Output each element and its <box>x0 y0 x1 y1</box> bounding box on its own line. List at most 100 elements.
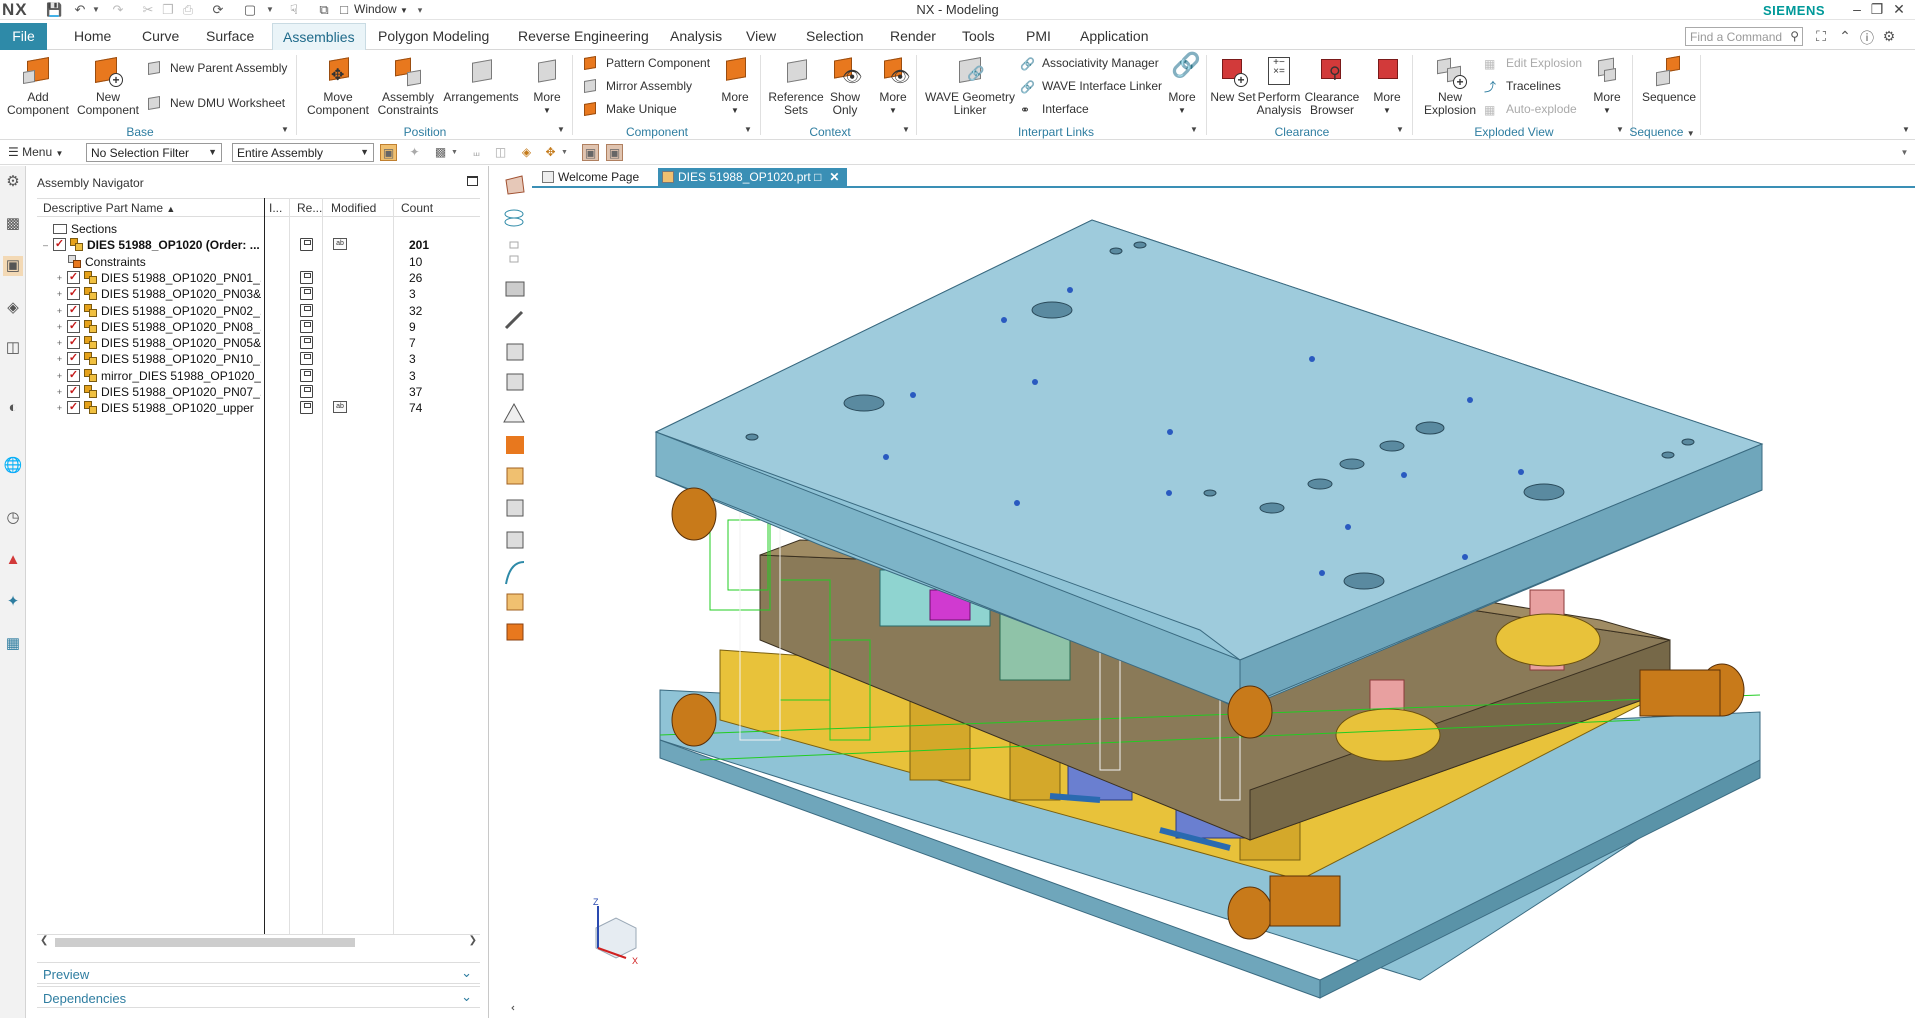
tab-polygon-modeling[interactable]: Polygon Modeling <box>368 23 499 50</box>
tab-pmi[interactable]: PMI <box>1016 23 1061 50</box>
assembly-constraints-button[interactable]: Assembly Constraints <box>372 55 444 117</box>
select-components-icon[interactable]: ▣ <box>380 144 397 161</box>
preview-section[interactable]: Preview ⌄ <box>37 962 480 984</box>
visibility-checkbox[interactable]: ✓ <box>67 336 80 350</box>
roles-icon[interactable]: ▦ <box>3 634 23 654</box>
position-group-dropdown-icon[interactable]: ▼ <box>557 125 565 134</box>
assembly-navigator-icon[interactable]: ▣ <box>3 256 23 276</box>
arrangements-button[interactable]: Arrangements <box>440 55 522 104</box>
expand-node-icon[interactable]: + <box>55 273 64 283</box>
pattern-component-button[interactable]: Pattern Component <box>584 54 710 72</box>
interface-button[interactable]: ⚭ Interface <box>1020 100 1089 118</box>
component-group-dropdown-icon[interactable]: ▼ <box>744 125 752 134</box>
tab-selection[interactable]: Selection <box>796 23 874 50</box>
process-studio-icon[interactable]: ✦ <box>3 592 23 612</box>
web-browser-icon[interactable]: 🌐 <box>3 456 23 476</box>
tab-render[interactable]: Render <box>880 23 946 50</box>
menu-button[interactable]: ☰ Menu ▼ <box>8 145 63 159</box>
hd3d-tools-icon[interactable]: ◐ <box>3 398 23 418</box>
selection-bar-options-icon[interactable]: ▼ <box>1896 144 1913 161</box>
tab-welcome-page[interactable]: Welcome Page <box>538 168 647 188</box>
clearance-more-button[interactable]: More ▼ <box>1364 55 1410 117</box>
settings-gear-icon[interactable]: ⚙ <box>1880 28 1898 46</box>
wave-geometry-linker-button[interactable]: 🔗 WAVE Geometry Linker <box>922 55 1018 117</box>
tab-part-file[interactable]: DIES 51988_OP1020.prt □ ✕ <box>658 168 848 188</box>
clearance-group-dropdown-icon[interactable]: ▼ <box>1396 125 1404 134</box>
dependencies-section[interactable]: Dependencies ⌄ <box>37 986 480 1008</box>
snap-point-icon[interactable]: ◈ <box>518 144 535 161</box>
column-header-count[interactable]: Count <box>401 201 461 215</box>
reuse-library-icon[interactable]: ◫ <box>3 338 23 358</box>
edit-explosion-button[interactable]: ▦ Edit Explosion <box>1484 54 1582 72</box>
type-filter-dropdown-icon[interactable]: ▼ <box>446 144 463 161</box>
restore-button[interactable]: ❐ <box>1868 1 1886 18</box>
add-component-button[interactable]: Add Component <box>4 55 72 117</box>
tab-reverse-engineering[interactable]: Reverse Engineering <box>508 23 659 50</box>
column-header-modified[interactable]: Modified <box>331 201 391 215</box>
new-parent-assembly-button[interactable]: New Parent Assembly <box>148 59 287 77</box>
expand-node-icon[interactable]: + <box>55 387 64 397</box>
select-features-icon[interactable]: ✦ <box>406 144 423 161</box>
visibility-checkbox[interactable]: ✓ <box>53 238 66 252</box>
constraint-navigator-icon[interactable]: ◈ <box>3 298 23 318</box>
move-component-button[interactable]: ✥ Move Component <box>302 55 374 117</box>
wave-interface-linker-button[interactable]: 🔗 WAVE Interface Linker <box>1020 77 1162 95</box>
scrollbar-thumb[interactable] <box>55 938 355 947</box>
expand-node-icon[interactable]: + <box>55 289 64 299</box>
sequence-button[interactable]: Sequence <box>1638 55 1700 104</box>
history-icon[interactable]: ◷ <box>3 508 23 528</box>
expand-node-icon[interactable]: + <box>55 322 64 332</box>
visibility-checkbox[interactable]: ✓ <box>67 368 80 382</box>
context-group-dropdown-icon[interactable]: ▼ <box>902 125 910 134</box>
component-more-button[interactable]: More ▼ <box>712 55 758 117</box>
maximize-icon[interactable] <box>467 176 478 186</box>
help-icon[interactable]: ⓘ <box>1858 28 1876 46</box>
reference-sets-button[interactable]: Reference Sets <box>766 55 826 117</box>
make-unique-button[interactable]: Make Unique <box>584 100 677 118</box>
command-finder-input[interactable]: Find a Command ⚲ <box>1685 27 1803 46</box>
select-all-icon[interactable]: ◫ <box>492 144 509 161</box>
new-component-button[interactable]: + New Component <box>74 55 142 117</box>
column-header-info[interactable]: I... <box>269 201 291 215</box>
visibility-checkbox[interactable]: ✓ <box>67 303 80 317</box>
perform-analysis-button[interactable]: +− ×= Perform Analysis <box>1254 55 1304 117</box>
column-header-part-name[interactable]: Descriptive Part Name ▲ <box>43 201 223 215</box>
component-scope-icon[interactable]: ▣ <box>582 144 599 161</box>
settings-gear-icon[interactable]: ⚙ <box>3 172 23 192</box>
system-materials-icon[interactable]: ▲ <box>3 550 23 570</box>
expand-node-icon[interactable]: + <box>55 354 64 364</box>
horizontal-scrollbar[interactable]: ❮ ❯ <box>37 934 480 948</box>
collapse-node-icon[interactable]: – <box>41 240 50 250</box>
scroll-right-icon[interactable]: ❯ <box>469 935 477 946</box>
auto-explode-button[interactable]: ▦ Auto-explode <box>1484 100 1577 118</box>
part-navigator-icon[interactable]: ▩ <box>3 214 23 234</box>
new-dmu-worksheet-button[interactable]: New DMU Worksheet <box>148 94 285 112</box>
tab-curve[interactable]: Curve <box>132 23 189 50</box>
visibility-checkbox[interactable]: ✓ <box>67 319 80 333</box>
tab-analysis[interactable]: Analysis <box>660 23 732 50</box>
visibility-checkbox[interactable]: ✓ <box>67 385 80 398</box>
full-screen-icon[interactable]: ⛶ <box>1812 28 1830 46</box>
visibility-checkbox[interactable]: ✓ <box>67 287 80 301</box>
expand-node-icon[interactable]: + <box>55 371 64 381</box>
tab-surface[interactable]: Surface <box>196 23 264 50</box>
show-only-button[interactable]: 👁 Show Only <box>824 55 866 117</box>
part-scope-icon[interactable]: ▣ <box>606 144 623 161</box>
associativity-manager-button[interactable]: 🔗 Associativity Manager <box>1020 54 1159 72</box>
tracelines-button[interactable]: ⤴ Tracelines <box>1484 77 1561 95</box>
reset-filter-icon[interactable]: ⧢ <box>468 144 485 161</box>
close-button[interactable]: ✕ <box>1890 1 1908 18</box>
expand-node-icon[interactable]: + <box>55 306 64 316</box>
tab-file[interactable]: File <box>0 23 47 50</box>
mirror-assembly-button[interactable]: Mirror Assembly <box>584 77 692 95</box>
tab-assemblies[interactable]: Assemblies <box>272 23 366 50</box>
exploded-view-group-dropdown-icon[interactable]: ▼ <box>1616 125 1624 134</box>
pin-icon[interactable]: □ <box>814 170 821 184</box>
tab-home[interactable]: Home <box>64 23 121 50</box>
visibility-checkbox[interactable]: ✓ <box>67 401 80 415</box>
exploded-view-more-button[interactable]: More ▼ <box>1584 55 1630 117</box>
interpart-links-group-dropdown-icon[interactable]: ▼ <box>1190 125 1198 134</box>
interpart-links-more-button[interactable]: 🔗 More ▼ <box>1160 54 1204 117</box>
context-more-button[interactable]: 👁 More ▼ <box>870 55 916 117</box>
visibility-checkbox[interactable]: ✓ <box>67 352 80 366</box>
